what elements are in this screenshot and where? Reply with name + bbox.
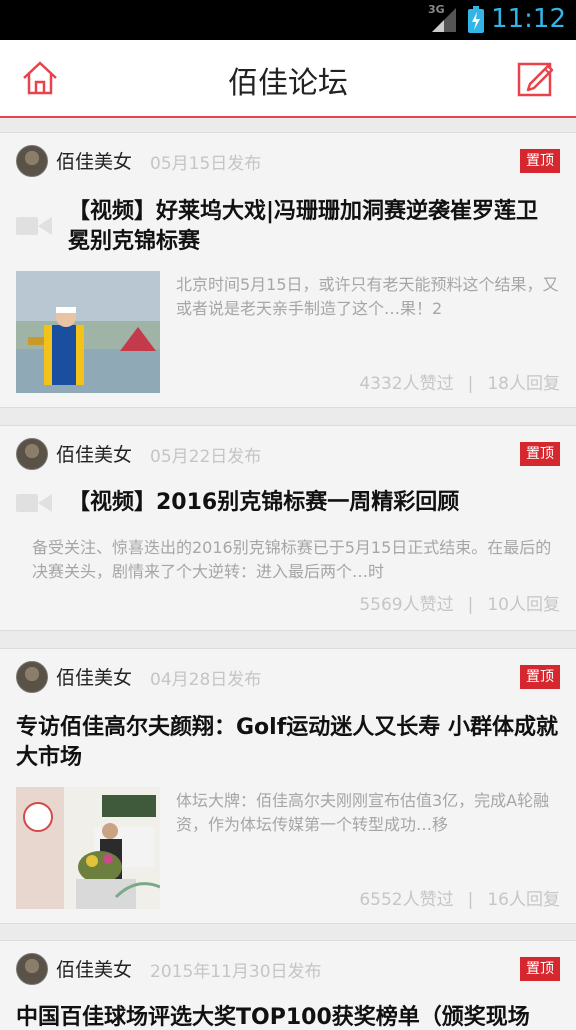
signal-icon	[432, 8, 456, 32]
like-count: 4332人赞过	[359, 374, 454, 394]
reply-count: 10人回复	[487, 595, 560, 615]
compose-icon[interactable]	[516, 58, 556, 98]
post-title[interactable]: 专访佰佳高尔夫颜翔：Golf运动迷人又长寿 小群体成就大市场	[16, 713, 560, 773]
post-date: 05月22日发布	[150, 447, 262, 467]
post-date: 2015年11月30日发布	[150, 962, 322, 982]
video-camera-icon	[16, 217, 52, 235]
pinned-badge: 置顶	[520, 442, 560, 466]
avatar[interactable]	[16, 953, 48, 985]
clock: 11:12	[491, 4, 566, 34]
pinned-badge: 置顶	[520, 957, 560, 981]
post-card[interactable]: 佰佳美女 05月15日发布 置顶 【视频】好莱坞大戏|冯珊珊加洞赛逆袭崔罗莲卫冕…	[0, 132, 576, 408]
post-date: 05月15日发布	[150, 154, 262, 174]
post-excerpt: 体坛大牌：佰佳高尔夫刚刚宣布估值3亿，完成A轮融资，作为体坛传媒第一个转型成功……	[176, 791, 550, 834]
avatar[interactable]	[16, 661, 48, 693]
stats-separator: |	[467, 890, 474, 910]
stats-separator: |	[467, 374, 474, 394]
post-card[interactable]: 佰佳美女 05月22日发布 置顶 【视频】2016别克锦标赛一周精彩回顾 备受关…	[0, 425, 576, 631]
author-name: 佰佳美女	[56, 444, 133, 466]
stats-separator: |	[467, 595, 474, 615]
status-bar: 3G 11:12	[0, 0, 576, 40]
avatar[interactable]	[16, 145, 48, 177]
like-count: 5569人赞过	[359, 595, 454, 615]
post-card[interactable]: 佰佳美女 04月28日发布 置顶 专访佰佳高尔夫颜翔：Golf运动迷人又长寿 小…	[0, 648, 576, 924]
post-title[interactable]: 中国百佳球场评选大奖TOP100获奖榜单（颁奖现场	[16, 1003, 576, 1030]
post-title[interactable]: 【视频】2016别克锦标赛一周精彩回顾	[68, 488, 560, 518]
video-camera-icon	[16, 494, 52, 512]
page-title: 佰佳论坛	[228, 66, 348, 101]
pinned-badge: 置顶	[520, 665, 560, 689]
author-name: 佰佳美女	[56, 151, 133, 173]
post-excerpt: 北京时间5月15日，或许只有老天能预料这个结果，又或者说是老天亲手制造了这个…果…	[176, 275, 559, 318]
author-name: 佰佳美女	[56, 959, 133, 981]
post-title[interactable]: 【视频】好莱坞大戏|冯珊珊加洞赛逆袭崔罗莲卫冕别克锦标赛	[68, 197, 560, 257]
reply-count: 18人回复	[487, 374, 560, 394]
pinned-badge: 置顶	[520, 149, 560, 173]
avatar[interactable]	[16, 438, 48, 470]
battery-icon	[468, 6, 484, 33]
post-date: 04月28日发布	[150, 670, 262, 690]
like-count: 6552人赞过	[359, 890, 454, 910]
app-header: 佰佳论坛	[0, 40, 576, 118]
post-card[interactable]: 佰佳美女 2015年11月30日发布 置顶 中国百佳球场评选大奖TOP100获奖…	[0, 940, 576, 1030]
post-stats: 5569人赞过 | 10人回复	[359, 590, 560, 615]
post-thumbnail[interactable]	[16, 787, 160, 909]
reply-count: 16人回复	[487, 890, 560, 910]
post-stats: 6552人赞过 | 16人回复	[359, 885, 560, 910]
post-excerpt: 备受关注、惊喜迭出的2016别克锦标赛已于5月15日正式结束。在最后的决赛关头，…	[32, 538, 552, 581]
post-thumbnail[interactable]	[16, 271, 160, 393]
post-stats: 4332人赞过 | 18人回复	[359, 369, 560, 394]
author-name: 佰佳美女	[56, 667, 133, 689]
